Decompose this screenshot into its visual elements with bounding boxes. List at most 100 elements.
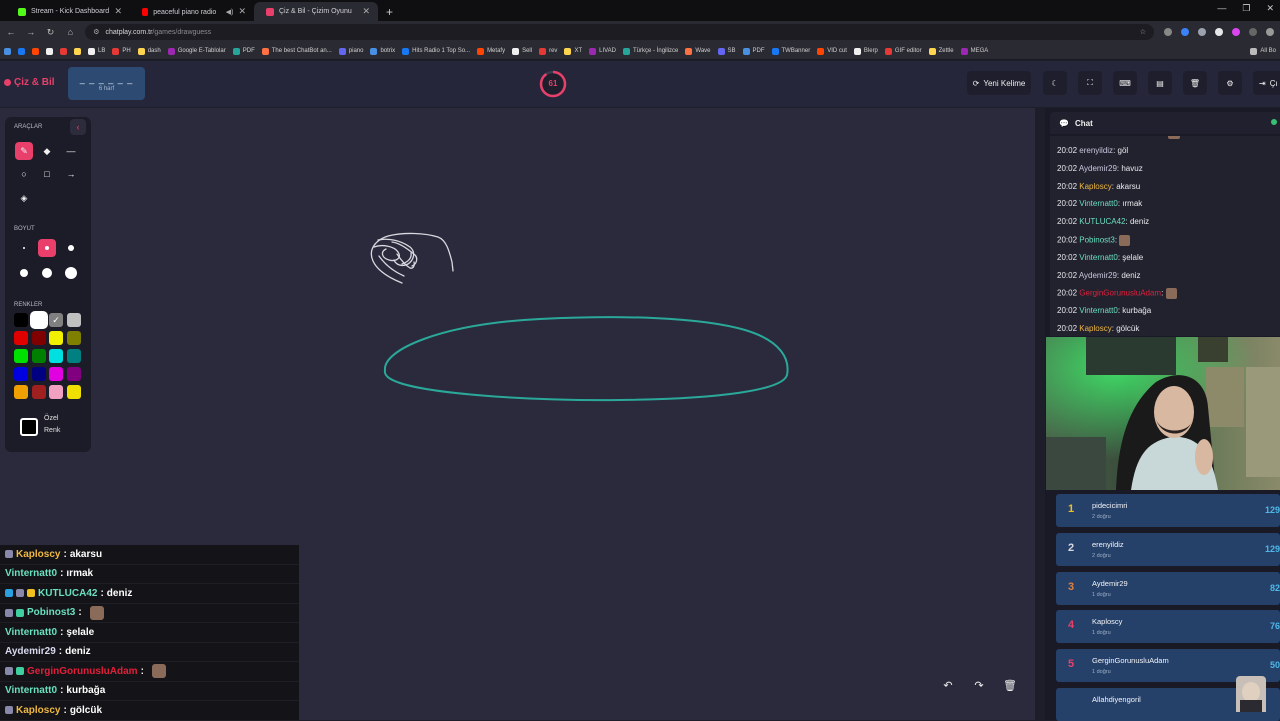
color-swatch[interactable]: [14, 313, 28, 327]
instagram-icon[interactable]: [46, 47, 53, 55]
color-swatch[interactable]: [14, 385, 28, 399]
size-option[interactable]: [38, 264, 56, 282]
rectangle-tool[interactable]: □: [38, 165, 56, 183]
bookmark-item[interactable]: rev: [539, 47, 557, 55]
dark-mode-button[interactable]: ☾: [1043, 71, 1067, 95]
keyboard-button[interactable]: ⌨: [1113, 71, 1137, 95]
address-bar[interactable]: ⚙ chatplay.com.tr/games/drawguess ☆: [85, 24, 1154, 40]
bookmark-item[interactable]: Blerp: [853, 47, 878, 55]
bookmark-item[interactable]: PDF: [232, 47, 255, 55]
bookmark-item[interactable]: Türkçe - İngilizce: [623, 47, 678, 55]
site-info-icon[interactable]: ⚙: [93, 28, 99, 36]
size-option[interactable]: [15, 239, 33, 257]
size-option[interactable]: [62, 239, 80, 257]
bookmark-item[interactable]: VID cut: [817, 47, 847, 55]
arrow-tool[interactable]: →: [62, 165, 80, 183]
color-swatch[interactable]: [66, 367, 81, 381]
size-option[interactable]: [15, 264, 33, 282]
bookmark-item[interactable]: XT: [564, 47, 582, 55]
maximize-icon[interactable]: ❐: [1242, 3, 1250, 14]
undo-button[interactable]: ↶: [937, 676, 959, 694]
color-swatch[interactable]: [31, 367, 46, 381]
line-tool[interactable]: —: [62, 142, 80, 160]
app-logo[interactable]: Çiz & Bil: [4, 77, 55, 88]
color-swatch[interactable]: [49, 367, 63, 381]
new-tab-button[interactable]: +: [378, 2, 401, 21]
exit-button[interactable]: ⇥ Çı: [1253, 71, 1280, 95]
bookmark-item[interactable]: Wave: [685, 47, 711, 55]
bookmark-star-icon[interactable]: ☆: [1140, 28, 1146, 36]
bookmark-item[interactable]: SB: [717, 47, 736, 55]
bookmark-item[interactable]: Zettle: [928, 47, 954, 55]
color-swatch[interactable]: [31, 385, 46, 399]
bookmark-item[interactable]: The best ChatBot an...: [261, 47, 332, 55]
minimize-icon[interactable]: —: [1217, 3, 1226, 14]
bookmark-item[interactable]: piano: [338, 47, 363, 55]
fullscreen-button[interactable]: ⛶: [1078, 71, 1102, 95]
bookmark-item[interactable]: GIF editor: [884, 47, 922, 55]
color-swatch[interactable]: [66, 331, 81, 345]
color-swatch[interactable]: [66, 385, 81, 399]
menu-icon[interactable]: [1265, 28, 1274, 36]
web-icon[interactable]: [74, 47, 81, 55]
circle-tool[interactable]: ○: [15, 165, 33, 183]
color-swatch[interactable]: [31, 313, 46, 327]
close-window-icon[interactable]: ✕: [1266, 3, 1274, 14]
facebook-icon[interactable]: [4, 47, 11, 55]
extension-icon[interactable]: [1180, 28, 1189, 36]
fill-tool[interactable]: ◈: [15, 189, 33, 207]
speaker-icon[interactable]: ◀): [226, 8, 234, 16]
color-swatch[interactable]: [66, 349, 81, 363]
color-swatch[interactable]: [49, 331, 63, 345]
clear-button[interactable]: 🗑: [1183, 71, 1207, 95]
color-swatch[interactable]: [49, 349, 63, 363]
browser-tab-active[interactable]: Çiz & Bil - Çizim Oyunu ✕: [254, 2, 378, 21]
all-bookmarks[interactable]: All Bo: [1250, 47, 1276, 55]
bookmark-item[interactable]: Metafy: [477, 47, 505, 55]
chat-log[interactable]: 20:02 erenyildiz: göl 20:02 Aydemir29: ha…: [1050, 136, 1280, 336]
bookmark-item[interactable]: PH: [112, 47, 131, 55]
color-swatch[interactable]: [14, 331, 28, 345]
bookmark-item[interactable]: LIVAD: [589, 47, 616, 55]
eraser-tool[interactable]: ◆: [38, 142, 56, 160]
extension-icon[interactable]: [1163, 28, 1172, 36]
bookmark-item[interactable]: Hits Radio 1 Top So...: [402, 47, 470, 55]
layout-button[interactable]: ▤: [1148, 71, 1172, 95]
color-swatch[interactable]: [31, 331, 46, 345]
reload-icon[interactable]: ↻: [46, 27, 56, 38]
size-option-selected[interactable]: [38, 239, 56, 257]
redo-button[interactable]: ↷: [968, 676, 990, 694]
close-icon[interactable]: ✕: [362, 6, 370, 17]
settings-button[interactable]: ⚙: [1218, 71, 1242, 95]
pencil-tool[interactable]: ✎: [15, 142, 33, 160]
bookmark-item[interactable]: Sell: [512, 47, 532, 55]
close-icon[interactable]: ✕: [114, 6, 122, 17]
extensions-icon[interactable]: [1248, 28, 1257, 36]
back-icon[interactable]: ←: [6, 27, 16, 37]
bookmark-item[interactable]: Google E-Tablolar: [167, 47, 226, 55]
color-swatch[interactable]: [49, 385, 63, 399]
custom-color-button[interactable]: [20, 418, 38, 436]
new-word-button[interactable]: ⟳ Yeni Kelime: [967, 71, 1031, 95]
browser-tab[interactable]: peaceful piano radio 🎹 m ◀) ✕: [130, 2, 254, 21]
color-swatch[interactable]: ✓: [49, 313, 63, 327]
extension-icon[interactable]: [1214, 28, 1223, 36]
bookmark-item[interactable]: LB: [88, 47, 105, 55]
home-icon[interactable]: ⌂: [65, 27, 75, 37]
bookmark-item[interactable]: dash: [137, 47, 161, 55]
bookmark-item[interactable]: botrix: [370, 47, 395, 55]
forward-icon[interactable]: →: [26, 27, 36, 37]
collapse-tools-button[interactable]: ‹: [70, 119, 86, 135]
bookmark-item[interactable]: MEGA: [960, 47, 988, 55]
color-swatch[interactable]: [66, 313, 81, 327]
color-swatch[interactable]: [31, 349, 46, 363]
color-swatch[interactable]: [14, 349, 28, 363]
close-icon[interactable]: ✕: [238, 6, 246, 17]
chrome-icon[interactable]: [60, 47, 67, 55]
color-swatch[interactable]: [14, 367, 28, 381]
extension-icon[interactable]: [1197, 28, 1206, 36]
clear-canvas-button[interactable]: 🗑: [999, 676, 1021, 694]
browser-tab[interactable]: Stream - Kick Dashboard ✕: [6, 2, 130, 21]
bookmark-item[interactable]: PDF: [742, 47, 765, 55]
youtube-icon[interactable]: [32, 47, 39, 55]
